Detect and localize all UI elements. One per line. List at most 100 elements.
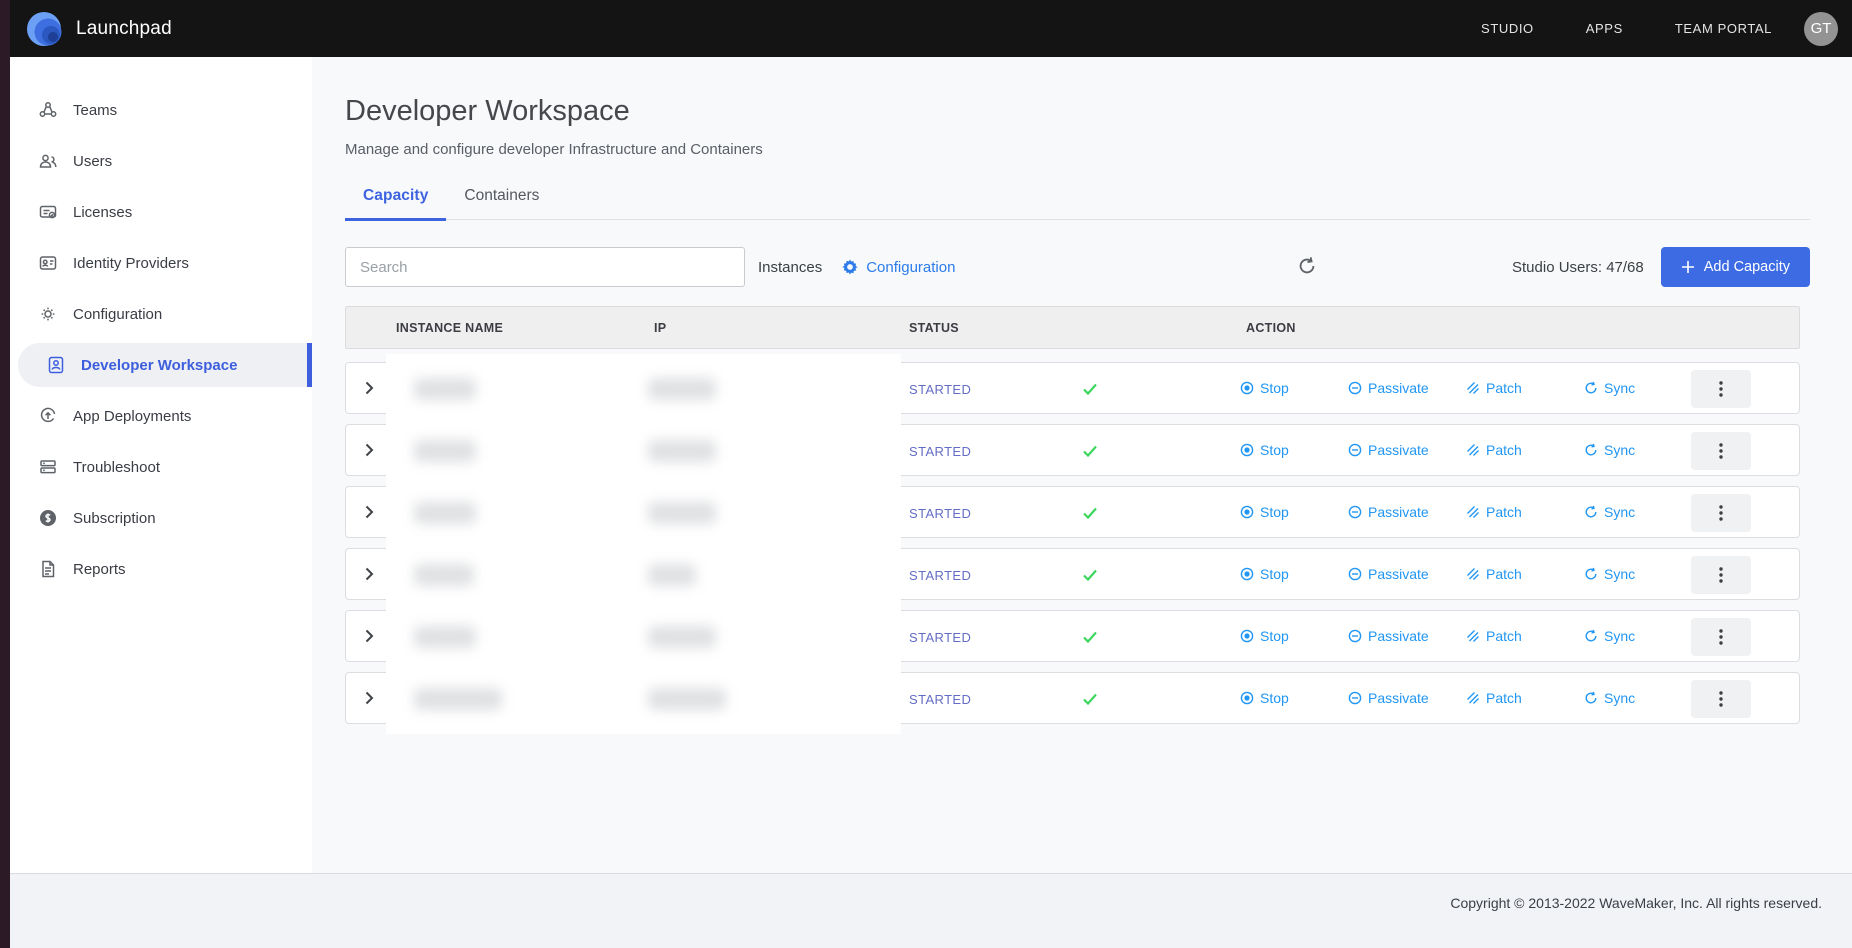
redacted-ip xyxy=(648,502,716,524)
sidebar-item-configuration[interactable]: Configuration xyxy=(10,292,312,336)
stop-action[interactable]: Stop xyxy=(1240,380,1289,396)
sidebar-item-label: Troubleshoot xyxy=(73,459,160,476)
row-menu-button[interactable] xyxy=(1691,494,1751,532)
sync-action[interactable]: Sync xyxy=(1584,628,1635,644)
avatar[interactable]: GT xyxy=(1804,12,1838,46)
configuration-link-label: Configuration xyxy=(866,259,955,276)
sync-action[interactable]: Sync xyxy=(1584,504,1635,520)
redacted-area xyxy=(386,416,901,486)
passivate-action[interactable]: Passivate xyxy=(1348,566,1429,582)
reports-icon xyxy=(38,559,58,579)
sidebar-item-teams[interactable]: Teams xyxy=(10,88,312,132)
nav-team-portal[interactable]: TEAM PORTAL xyxy=(1675,21,1772,36)
status-check-icon xyxy=(1081,628,1099,646)
row-menu-button[interactable] xyxy=(1691,556,1751,594)
sidebar-item-developer-workspace[interactable]: Developer Workspace xyxy=(18,343,312,387)
patch-action[interactable]: Patch xyxy=(1466,442,1522,458)
patch-icon xyxy=(1466,443,1480,457)
sync-icon xyxy=(1584,691,1598,705)
sync-action[interactable]: Sync xyxy=(1584,380,1635,396)
table-row: .. STARTED Stop Passivate Patch xyxy=(345,548,1800,600)
expand-chevron-icon[interactable] xyxy=(361,380,377,396)
passivate-action[interactable]: Passivate xyxy=(1348,504,1429,520)
expand-chevron-icon[interactable] xyxy=(361,566,377,582)
redacted-ip xyxy=(648,626,716,648)
table-row: .. STARTED Stop Passivate Patch xyxy=(345,486,1800,538)
passivate-action[interactable]: Passivate xyxy=(1348,628,1429,644)
row-menu-button[interactable] xyxy=(1691,618,1751,656)
row-menu-button[interactable] xyxy=(1691,432,1751,470)
status-text: STARTED xyxy=(909,506,971,521)
wavemaker-logo-icon xyxy=(26,11,62,47)
top-navigation: STUDIO APPS TEAM PORTAL GT xyxy=(1429,12,1838,46)
redacted-instance-name xyxy=(414,378,476,400)
stop-icon xyxy=(1240,691,1254,705)
status-check-icon xyxy=(1081,690,1099,708)
patch-action[interactable]: Patch xyxy=(1466,690,1522,706)
sidebar-item-subscription[interactable]: Subscription xyxy=(10,496,312,540)
sidebar-item-licenses[interactable]: Licenses xyxy=(10,190,312,234)
stop-action[interactable]: Stop xyxy=(1240,504,1289,520)
patch-action[interactable]: Patch xyxy=(1466,566,1522,582)
expand-chevron-icon[interactable] xyxy=(361,504,377,520)
redacted-area xyxy=(386,602,901,672)
sidebar-item-label: Subscription xyxy=(73,510,156,527)
row-menu-button[interactable] xyxy=(1691,680,1751,718)
patch-icon xyxy=(1466,691,1480,705)
sync-action[interactable]: Sync xyxy=(1584,442,1635,458)
table-row: .. STARTED Stop Passivate Patch xyxy=(345,424,1800,476)
configuration-link[interactable]: Configuration xyxy=(841,258,955,276)
redacted-instance-name xyxy=(414,440,476,462)
page-subtitle: Manage and configure developer Infrastru… xyxy=(345,141,1810,158)
expand-chevron-icon[interactable] xyxy=(361,628,377,644)
main-content: Developer Workspace Manage and configure… xyxy=(312,57,1852,873)
add-capacity-button[interactable]: Add Capacity xyxy=(1661,247,1810,287)
patch-action[interactable]: Patch xyxy=(1466,504,1522,520)
nav-apps[interactable]: APPS xyxy=(1586,21,1623,36)
sync-action[interactable]: Sync xyxy=(1584,566,1635,582)
patch-icon xyxy=(1466,629,1480,643)
table-row: .. STARTED Stop Passivate Patch xyxy=(345,362,1800,414)
passivate-action[interactable]: Passivate xyxy=(1348,690,1429,706)
stop-icon xyxy=(1240,443,1254,457)
redacted-instance-name xyxy=(414,626,476,648)
nav-studio[interactable]: STUDIO xyxy=(1481,21,1534,36)
expand-chevron-icon[interactable] xyxy=(361,690,377,706)
developer-workspace-icon xyxy=(46,355,66,375)
status-text: STARTED xyxy=(909,568,971,583)
expand-chevron-icon[interactable] xyxy=(361,442,377,458)
refresh-button[interactable] xyxy=(1296,255,1320,279)
search-input[interactable] xyxy=(345,247,745,287)
passivate-icon xyxy=(1348,443,1362,457)
patch-action[interactable]: Patch xyxy=(1466,628,1522,644)
sidebar-item-app-deployments[interactable]: App Deployments xyxy=(10,394,312,438)
sidebar-item-identity-providers[interactable]: Identity Providers xyxy=(10,241,312,285)
row-menu-button[interactable] xyxy=(1691,370,1751,408)
sync-icon xyxy=(1584,381,1598,395)
tab-capacity[interactable]: Capacity xyxy=(345,187,446,221)
stop-action[interactable]: Stop xyxy=(1240,628,1289,644)
column-header-status: STATUS xyxy=(909,321,959,335)
troubleshoot-icon xyxy=(38,457,58,477)
sidebar-item-reports[interactable]: Reports xyxy=(10,547,312,591)
sync-action[interactable]: Sync xyxy=(1584,690,1635,706)
passivate-action[interactable]: Passivate xyxy=(1348,442,1429,458)
identity-providers-icon xyxy=(38,253,58,273)
redacted-area xyxy=(386,540,901,610)
redacted-instance-name xyxy=(414,688,502,710)
sidebar-item-troubleshoot[interactable]: Troubleshoot xyxy=(10,445,312,489)
passivate-action[interactable]: Passivate xyxy=(1348,380,1429,396)
sync-icon xyxy=(1584,443,1598,457)
stop-action[interactable]: Stop xyxy=(1240,442,1289,458)
tab-containers[interactable]: Containers xyxy=(446,187,557,219)
patch-action[interactable]: Patch xyxy=(1466,380,1522,396)
add-capacity-label: Add Capacity xyxy=(1704,259,1790,275)
studio-users-count: Studio Users: 47/68 xyxy=(1512,259,1644,276)
instances-table: INSTANCE NAME IP STATUS ACTION .. STARTE… xyxy=(345,306,1800,724)
topbar: Launchpad STUDIO APPS TEAM PORTAL GT xyxy=(10,0,1852,57)
sidebar-item-users[interactable]: Users xyxy=(10,139,312,183)
redacted-instance-name xyxy=(414,502,476,524)
sidebar: Teams Users Licenses Identity Providers … xyxy=(10,57,312,873)
stop-action[interactable]: Stop xyxy=(1240,566,1289,582)
stop-action[interactable]: Stop xyxy=(1240,690,1289,706)
